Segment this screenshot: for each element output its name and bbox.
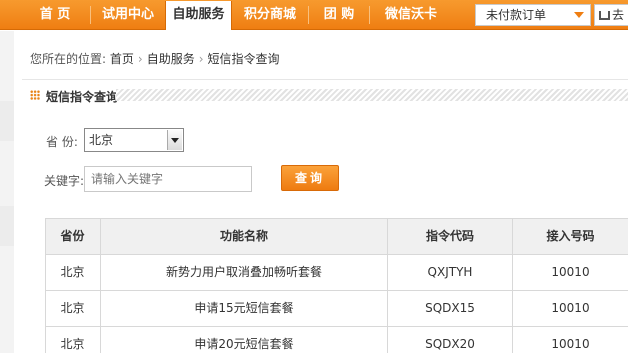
table-row: 北京 新势力用户取消叠加畅听套餐 QXJTYH 10010 xyxy=(45,254,628,290)
cart-label: 去 xyxy=(612,8,625,22)
nav-group-buy[interactable]: 团 购 xyxy=(309,0,369,30)
table-border xyxy=(45,254,628,255)
nav-home[interactable]: 首 页 xyxy=(20,0,90,30)
province-select[interactable]: 北京 xyxy=(84,128,184,152)
cell-command-code: QXJTYH xyxy=(388,254,513,290)
cell-access-number: 10010 xyxy=(551,265,590,279)
table-border xyxy=(45,326,628,327)
table-border xyxy=(45,290,628,291)
header-province: 省份 xyxy=(45,218,101,254)
unpaid-orders-label: 未付款订单 xyxy=(486,8,547,22)
table-border xyxy=(45,218,628,219)
keyword-label: 关键字: xyxy=(44,174,85,188)
divider xyxy=(22,79,628,80)
sidebar-band xyxy=(0,206,14,246)
section-decoration xyxy=(116,89,628,101)
chevron-right-icon: › xyxy=(198,52,204,66)
dropdown-arrow-icon[interactable] xyxy=(167,130,182,150)
breadcrumb: 您所在的位置: 首页 › 自助服务 › 短信指令查询 xyxy=(30,50,280,67)
left-sidebar-strip xyxy=(0,31,14,353)
chevron-down-icon xyxy=(574,12,584,18)
chevron-right-icon: › xyxy=(137,52,143,66)
table-border xyxy=(45,218,46,353)
cell-function-name: 申请20元短信套餐 xyxy=(101,326,388,353)
cart-button[interactable]: 去 xyxy=(594,4,628,26)
query-button[interactable]: 查询 xyxy=(281,165,339,191)
cell-function-name: 申请15元短信套餐 xyxy=(101,290,388,326)
header-access-number: 接入号码 xyxy=(546,229,595,243)
province-label: 省 份: xyxy=(46,135,78,149)
nav-points-mall[interactable]: 积分商城 xyxy=(232,0,308,30)
sidebar-band xyxy=(0,101,14,141)
cell-command-code: SQDX15 xyxy=(388,290,513,326)
cell-province: 北京 xyxy=(45,326,101,353)
table-row: 北京 申请15元短信套餐 SQDX15 10010 xyxy=(45,290,628,326)
cell-province: 北京 xyxy=(45,290,101,326)
cell-province: 北京 xyxy=(45,254,101,290)
cell-command-code: SQDX20 xyxy=(388,326,513,353)
table-header-row: 省份 功能名称 指令代码 接入号码 xyxy=(45,218,628,254)
nav-wechat-card[interactable]: 微信沃卡 xyxy=(370,0,452,30)
nav-trial-center[interactable]: 试用中心 xyxy=(91,0,165,30)
section-title: 短信指令查询 xyxy=(46,90,119,104)
breadcrumb-self-service[interactable]: 自助服务 xyxy=(147,52,195,66)
table-row: 北京 申请20元短信套餐 SQDX20 10010 xyxy=(45,326,628,353)
breadcrumb-current: 短信指令查询 xyxy=(207,52,280,66)
breadcrumb-home[interactable]: 首页 xyxy=(110,52,134,66)
grid-dots-icon xyxy=(30,90,40,100)
keyword-input[interactable] xyxy=(84,166,252,192)
nav-self-service[interactable]: 自助服务 xyxy=(165,1,232,30)
cell-access-number: 10010 xyxy=(551,301,590,315)
cell-function-name: 新势力用户取消叠加畅听套餐 xyxy=(101,254,388,290)
header-command-code: 指令代码 xyxy=(388,218,513,254)
top-navigation: 首 页 试用中心 自助服务 积分商城 团 购 微信沃卡 未付款订单 去 xyxy=(0,0,628,30)
province-value: 北京 xyxy=(89,133,114,147)
cart-icon xyxy=(599,11,610,20)
cell-access-number: 10010 xyxy=(551,337,590,351)
breadcrumb-prefix: 您所在的位置: xyxy=(30,52,107,66)
header-function-name: 功能名称 xyxy=(101,218,388,254)
unpaid-orders-dropdown[interactable]: 未付款订单 xyxy=(475,4,591,26)
